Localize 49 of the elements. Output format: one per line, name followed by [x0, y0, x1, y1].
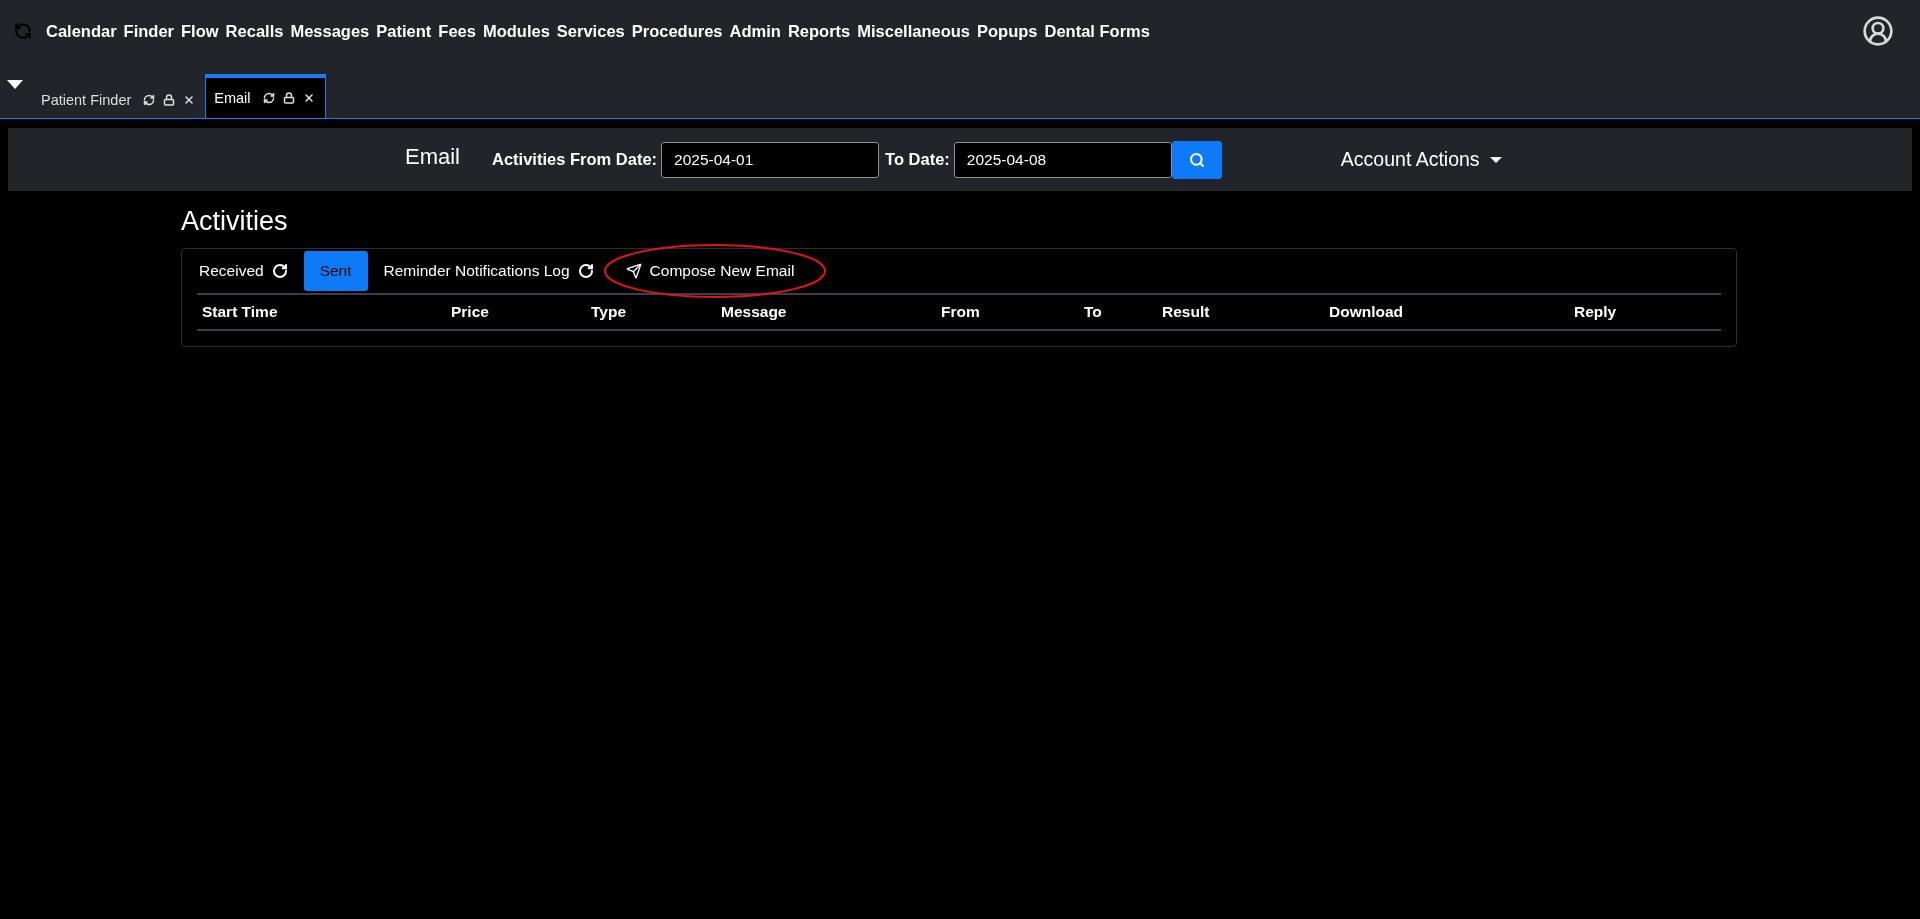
- column-header: Reply: [1573, 302, 1618, 322]
- dropdown-caret-icon[interactable]: [7, 80, 23, 90]
- menu-item[interactable]: Procedures: [631, 21, 723, 41]
- menu-item[interactable]: Flow: [181, 21, 219, 41]
- send-icon: [625, 263, 642, 279]
- menu-item[interactable]: Miscellaneous: [857, 21, 971, 41]
- field-label: To Date:: [885, 150, 950, 169]
- refresh-icon: [577, 263, 594, 279]
- column-header: Result: [1161, 302, 1211, 322]
- column-header: Type: [590, 302, 628, 322]
- activity-tab[interactable]: Received: [183, 251, 304, 291]
- section-heading: Activities: [181, 206, 289, 237]
- column-header: Start Time: [201, 302, 279, 322]
- column-header: From: [940, 302, 981, 322]
- search-icon: [1188, 151, 1205, 168]
- menu-item[interactable]: Messages: [290, 21, 370, 41]
- close-icon[interactable]: [302, 92, 315, 104]
- menu-item[interactable]: Popups: [977, 21, 1038, 41]
- menu-item[interactable]: Dental Forms: [1044, 21, 1150, 41]
- column-header: To: [1083, 302, 1103, 322]
- date-field[interactable]: 2025-04-08: [953, 141, 1172, 178]
- menu-item[interactable]: Reports: [787, 21, 851, 41]
- menu-item[interactable]: Modules: [482, 21, 550, 41]
- menu-item[interactable]: Patient: [376, 21, 432, 41]
- menu-item[interactable]: Services: [556, 21, 625, 41]
- menu-item[interactable]: Recalls: [225, 21, 284, 41]
- column-header: Download: [1328, 302, 1405, 322]
- search-button[interactable]: [1171, 140, 1222, 179]
- lock-icon[interactable]: [163, 94, 176, 106]
- refresh-icon[interactable]: [143, 94, 156, 106]
- activity-tab[interactable]: Sent: [303, 251, 368, 291]
- column-header: Price: [450, 302, 490, 322]
- page-title: Email: [405, 143, 460, 170]
- date-field[interactable]: 2025-04-01: [661, 141, 880, 178]
- menu-item[interactable]: Admin: [729, 21, 781, 41]
- document-tab[interactable]: Email: [205, 74, 326, 118]
- activity-tab[interactable]: Reminder Notifications Log: [367, 251, 610, 291]
- refresh-icon[interactable]: [262, 92, 275, 104]
- refresh-icon: [271, 263, 288, 279]
- menu-item[interactable]: Finder: [123, 21, 175, 41]
- close-icon[interactable]: [183, 94, 196, 106]
- user-profile-icon[interactable]: [1862, 15, 1894, 47]
- account-actions-dropdown[interactable]: Account Actions: [1334, 147, 1508, 172]
- menu-item[interactable]: Fees: [438, 21, 476, 41]
- column-header: Message: [720, 302, 788, 322]
- lock-icon[interactable]: [282, 92, 295, 104]
- field-label: Activities From Date:: [492, 150, 658, 169]
- menu-item[interactable]: Calendar: [46, 21, 117, 41]
- document-tab[interactable]: Patient Finder: [31, 82, 206, 118]
